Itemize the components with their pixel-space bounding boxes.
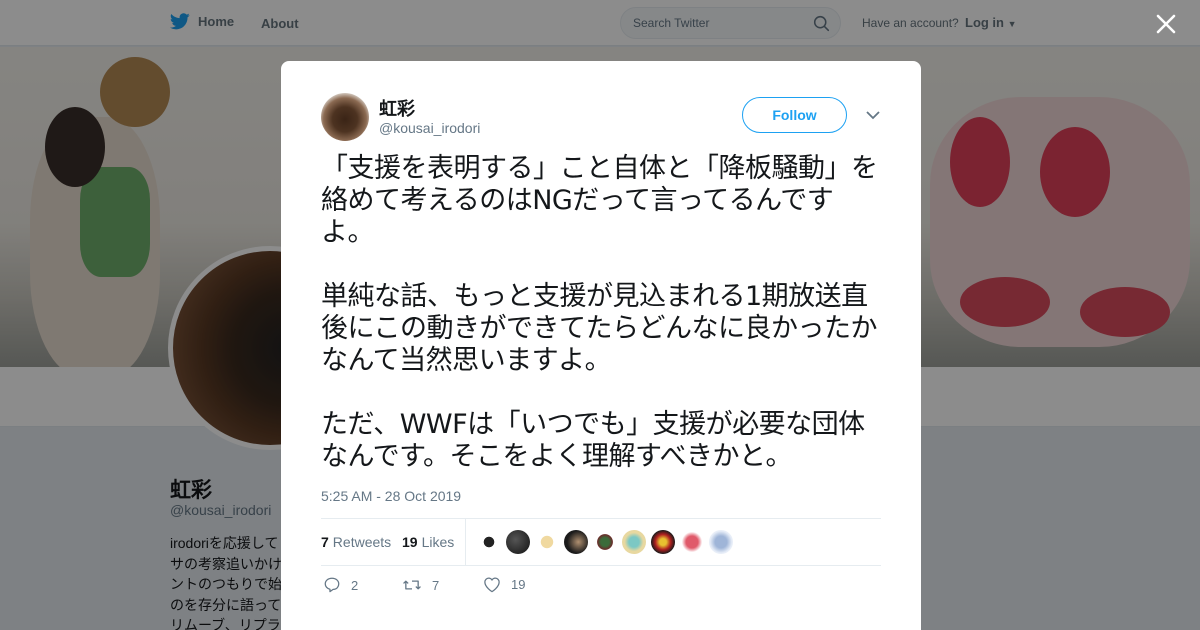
tweet-stats: 7 Retweets 19 Likes — [321, 518, 881, 566]
follow-button[interactable]: Follow — [742, 97, 847, 133]
liker-avatar[interactable] — [535, 530, 559, 554]
reply-icon — [324, 577, 340, 593]
reply-count: 2 — [351, 577, 359, 593]
likes-stat[interactable]: 19 Likes — [402, 534, 454, 550]
like-button[interactable]: 19 — [483, 576, 525, 593]
liker-avatar[interactable] — [477, 530, 501, 554]
liker-avatar[interactable] — [593, 530, 617, 554]
retweet-button[interactable]: 7 — [402, 576, 439, 594]
liker-avatar[interactable] — [709, 530, 733, 554]
retweet-count: 7 — [432, 577, 440, 593]
liker-avatar[interactable] — [680, 530, 704, 554]
heart-icon — [484, 577, 500, 593]
reply-button[interactable]: 2 — [323, 576, 358, 594]
author-name[interactable]: 虹彩 — [379, 95, 415, 121]
stats-divider — [465, 519, 466, 566]
like-count: 19 — [511, 577, 526, 592]
tweet-text: 「支援を表明する」こと自体と「降板騒動」を絡めて考えるのはNGだって言ってるんで… — [321, 153, 878, 472]
close-icon[interactable] — [1152, 10, 1180, 38]
liker-avatar[interactable] — [564, 530, 588, 554]
retweet-icon — [403, 580, 421, 590]
chevron-down-icon[interactable] — [865, 109, 881, 121]
tweet-actions: 2 7 19 — [321, 576, 881, 598]
retweets-count: 7 — [321, 534, 329, 550]
liker-avatar[interactable] — [506, 530, 530, 554]
retweets-stat[interactable]: 7 Retweets — [321, 534, 391, 550]
likes-count: 19 — [402, 534, 418, 550]
liker-avatar[interactable] — [651, 530, 675, 554]
author-handle[interactable]: @kousai_irodori — [379, 120, 480, 136]
tweet-modal: 虹彩 @kousai_irodori Follow 「支援を表明する」こと自体と… — [281, 61, 921, 630]
liker-avatar[interactable] — [622, 530, 646, 554]
liker-avatars — [477, 530, 733, 554]
author-avatar[interactable] — [321, 93, 369, 141]
tweet-timestamp[interactable]: 5:25 AM - 28 Oct 2019 — [321, 488, 461, 504]
retweets-label: Retweets — [332, 534, 392, 550]
likes-label: Likes — [421, 534, 455, 550]
